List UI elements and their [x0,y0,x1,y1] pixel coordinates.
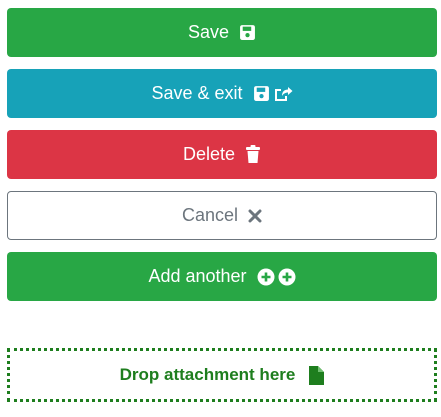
delete-button-label: Delete [182,144,236,164]
file-icon [309,365,325,385]
floppy-disk-icon [239,24,256,41]
save-button[interactable]: Save [7,8,437,57]
plus-circle-icon [257,268,275,285]
add-another-button-label: Add another [148,266,247,286]
add-another-button[interactable]: Add another [7,252,437,301]
save-and-exit-button[interactable]: Save & exit [7,69,437,118]
save-button-label: Save [187,22,230,42]
cancel-button[interactable]: Cancel [7,191,437,240]
trash-icon [245,145,261,164]
form-actions: Save Save & exit Delete Cancel Add anoth… [0,0,441,417]
share-external-icon [274,87,293,101]
plus-circle-icon [278,268,296,285]
attachment-dropzone[interactable]: Drop attachment here [7,348,437,402]
floppy-disk-icon [253,86,269,101]
dropzone-label: Drop attachment here [119,365,296,384]
cancel-button-label: Cancel [181,205,239,225]
delete-button[interactable]: Delete [7,130,437,179]
close-icon [248,209,262,223]
save-and-exit-button-label: Save & exit [151,83,243,103]
